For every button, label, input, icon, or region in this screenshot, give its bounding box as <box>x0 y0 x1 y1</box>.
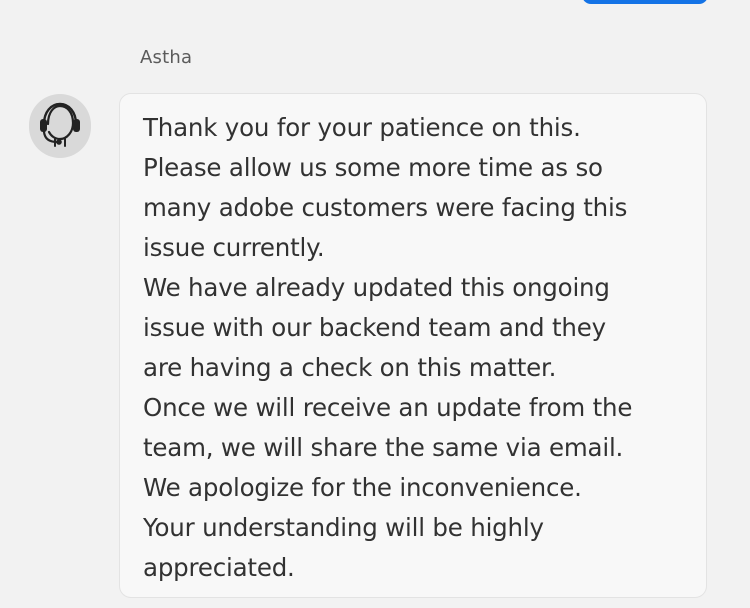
message-bubble: Thank you for your patience on this. Ple… <box>119 93 707 598</box>
message-line: team, we will share the same via email. <box>143 433 624 462</box>
message-line: Your understanding will be highly <box>143 513 544 542</box>
chat-window: Astha Thank you for your patience on thi… <box>0 0 750 608</box>
message-line: Once we will receive an update from the <box>143 393 633 422</box>
message-line: We apologize for the inconvenience. <box>143 473 582 502</box>
agent-avatar <box>29 94 91 160</box>
send-button[interactable] <box>582 0 708 4</box>
message-line: issue currently. <box>143 233 325 262</box>
message-line: Please allow us some more time as so <box>143 153 603 182</box>
message-line: appreciated. <box>143 553 295 582</box>
message-line: Thank you for your patience on this. <box>143 113 581 142</box>
message-line: many adobe customers were facing this <box>143 193 628 222</box>
message-line: issue with our backend team and they <box>143 313 606 342</box>
message-line: We have already updated this ongoing <box>143 273 610 302</box>
headset-agent-icon <box>29 94 91 160</box>
message-line: are having a check on this matter. <box>143 353 557 382</box>
sender-name: Astha <box>140 47 193 68</box>
